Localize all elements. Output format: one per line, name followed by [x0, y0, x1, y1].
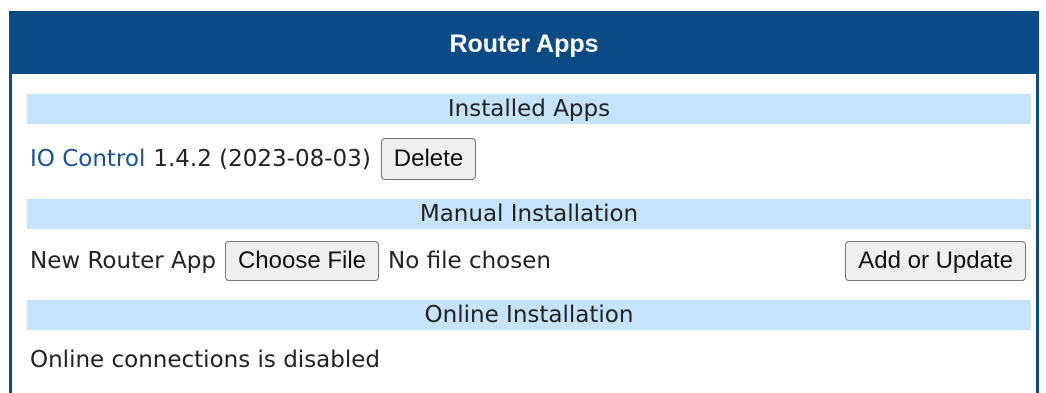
manual-install-row: New Router App Choose File No file chose…	[30, 238, 1026, 284]
add-or-update-button[interactable]: Add or Update	[845, 241, 1026, 281]
delete-button[interactable]: Delete	[380, 138, 477, 180]
router-apps-panel: Router Apps Installed Apps IO Control 1.…	[9, 11, 1039, 393]
manual-installation-header: Manual Installation	[27, 199, 1031, 229]
installed-app-row: IO Control 1.4.2 (2023-08-03) Delete	[30, 136, 1026, 182]
choose-file-button[interactable]: Choose File	[224, 241, 380, 281]
online-status-text: Online connections is disabled	[30, 347, 381, 373]
app-version: 1.4.2 (2023-08-03)	[153, 146, 371, 172]
online-installation-header: Online Installation	[27, 300, 1031, 330]
installed-apps-header: Installed Apps	[27, 94, 1031, 124]
app-link-io-control[interactable]: IO Control	[30, 146, 145, 172]
file-status-text: No file chosen	[388, 248, 551, 274]
new-router-app-label: New Router App	[30, 248, 216, 274]
online-install-row: Online connections is disabled	[30, 340, 1026, 380]
panel-title: Router Apps	[12, 14, 1036, 74]
